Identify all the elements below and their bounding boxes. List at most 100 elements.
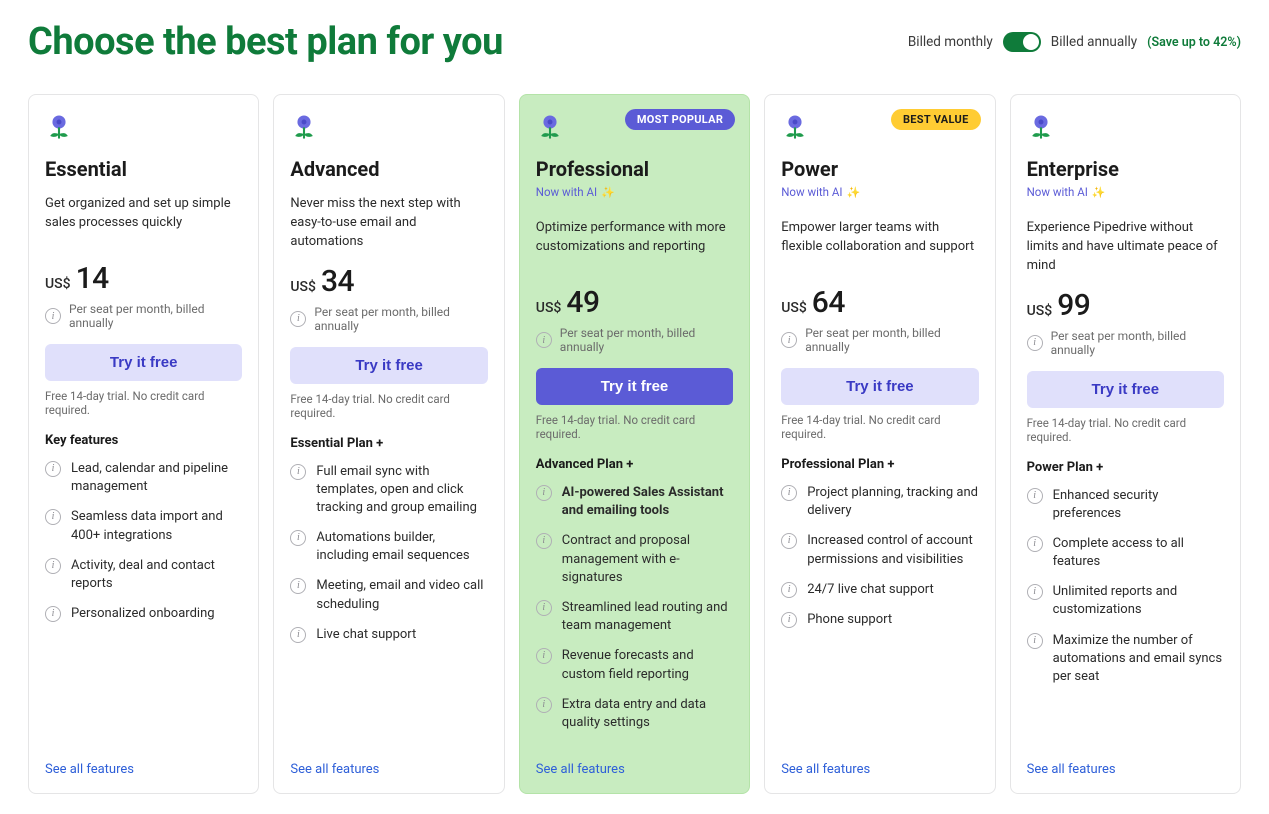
plan-description: Get organized and set up simple sales pr…: [45, 195, 242, 249]
features-list: i AI-powered Sales Assistant and emailin…: [536, 484, 733, 732]
flower-icon: [536, 113, 564, 145]
feature-item: i Unlimited reports and customizations: [1027, 583, 1224, 619]
feature-item: i Live chat support: [290, 626, 487, 644]
currency-label: US$: [536, 300, 562, 316]
info-icon[interactable]: i: [536, 485, 552, 501]
page-title: Choose the best plan for you: [28, 20, 503, 64]
info-icon[interactable]: i: [536, 533, 552, 549]
features-heading: Advanced Plan +: [536, 457, 733, 472]
billed-annually-label[interactable]: Billed annually: [1051, 34, 1137, 50]
feature-text: Revenue forecasts and custom field repor…: [562, 647, 733, 683]
info-icon[interactable]: i: [45, 606, 61, 622]
info-icon[interactable]: i: [45, 461, 61, 477]
see-all-features-link[interactable]: See all features: [45, 732, 242, 777]
info-icon[interactable]: i: [536, 648, 552, 664]
feature-text: Full email sync with templates, open and…: [316, 463, 487, 518]
feature-item: i Revenue forecasts and custom field rep…: [536, 647, 733, 683]
info-icon[interactable]: i: [290, 578, 306, 594]
info-icon[interactable]: i: [536, 600, 552, 616]
sparkle-icon: ✨: [601, 186, 615, 199]
info-icon[interactable]: i: [1027, 633, 1043, 649]
try-free-button[interactable]: Try it free: [45, 344, 242, 381]
plan-card-enterprise: Enterprise Now with AI ✨ Experience Pipe…: [1010, 94, 1241, 794]
info-icon[interactable]: i: [781, 533, 797, 549]
feature-item: i Maximize the number of automations and…: [1027, 632, 1224, 687]
price-amount: 14: [76, 261, 109, 296]
sparkle-icon: ✨: [846, 186, 860, 199]
try-free-button[interactable]: Try it free: [1027, 371, 1224, 408]
plan-name: Essential: [45, 157, 242, 181]
plan-card-essential: Essential Get organized and set up simpl…: [28, 94, 259, 794]
info-icon[interactable]: i: [1027, 584, 1043, 600]
billed-monthly-label[interactable]: Billed monthly: [908, 34, 993, 50]
feature-text: Contract and proposal management with e-…: [562, 532, 733, 587]
info-icon[interactable]: i: [290, 464, 306, 480]
see-all-features-link[interactable]: See all features: [536, 732, 733, 777]
feature-text: Meeting, email and video call scheduling: [316, 577, 487, 613]
price-note: i Per seat per month, billed annually: [1027, 329, 1224, 357]
currency-label: US$: [290, 279, 316, 295]
feature-text: Complete access to all features: [1053, 535, 1224, 571]
price-note-text: Per seat per month, billed annually: [1051, 329, 1224, 357]
info-icon[interactable]: i: [781, 612, 797, 628]
features-heading: Professional Plan +: [781, 457, 978, 472]
info-icon[interactable]: i: [536, 697, 552, 713]
features-heading: Essential Plan +: [290, 436, 487, 451]
info-icon[interactable]: i: [290, 627, 306, 643]
info-icon[interactable]: i: [781, 332, 797, 348]
feature-item: i Activity, deal and contact reports: [45, 557, 242, 593]
ai-tag-label: Now with AI: [781, 185, 842, 199]
price-note: i Per seat per month, billed annually: [290, 305, 487, 333]
info-icon[interactable]: i: [1027, 488, 1043, 504]
plans-grid: Essential Get organized and set up simpl…: [28, 94, 1241, 794]
try-free-button[interactable]: Try it free: [781, 368, 978, 405]
billing-toggle-group: Billed monthly Billed annually (Save up …: [908, 32, 1241, 52]
features-list: i Lead, calendar and pipeline management…: [45, 460, 242, 623]
see-all-features-link[interactable]: See all features: [781, 732, 978, 777]
feature-text: Project planning, tracking and delivery: [807, 484, 978, 520]
info-icon[interactable]: i: [45, 308, 61, 324]
see-all-features-link[interactable]: See all features: [290, 732, 487, 777]
plan-name: Enterprise: [1027, 157, 1224, 181]
flower-icon: [290, 113, 318, 145]
feature-item: i Automations builder, including email s…: [290, 529, 487, 565]
flower-icon: [1027, 113, 1055, 145]
price-row: US$ 14: [45, 261, 242, 296]
feature-text: Live chat support: [316, 626, 416, 644]
annual-savings-note: (Save up to 42%): [1147, 35, 1241, 50]
feature-item: i 24/7 live chat support: [781, 581, 978, 599]
feature-text: Enhanced security preferences: [1053, 487, 1224, 523]
trial-note: Free 14-day trial. No credit card requir…: [536, 413, 733, 441]
info-icon[interactable]: i: [45, 509, 61, 525]
price-note: i Per seat per month, billed annually: [45, 302, 242, 330]
feature-text: Activity, deal and contact reports: [71, 557, 242, 593]
info-icon[interactable]: i: [1027, 335, 1043, 351]
feature-text: Phone support: [807, 611, 892, 629]
price-row: US$ 49: [536, 285, 733, 320]
try-free-button[interactable]: Try it free: [536, 368, 733, 405]
info-icon[interactable]: i: [290, 311, 306, 327]
feature-item: i Seamless data import and 400+ integrat…: [45, 508, 242, 544]
try-free-button[interactable]: Try it free: [290, 347, 487, 384]
billing-toggle[interactable]: [1003, 32, 1041, 52]
feature-text: Lead, calendar and pipeline management: [71, 460, 242, 496]
price-row: US$ 64: [781, 285, 978, 320]
feature-text: Personalized onboarding: [71, 605, 215, 623]
plan-description: Optimize performance with more customiza…: [536, 219, 733, 273]
plan-name: Power: [781, 157, 978, 181]
trial-note: Free 14-day trial. No credit card requir…: [781, 413, 978, 441]
pricing-header: Choose the best plan for you Billed mont…: [28, 20, 1241, 64]
see-all-features-link[interactable]: See all features: [1027, 732, 1224, 777]
info-icon[interactable]: i: [781, 485, 797, 501]
feature-item: i Lead, calendar and pipeline management: [45, 460, 242, 496]
feature-item: i Complete access to all features: [1027, 535, 1224, 571]
info-icon[interactable]: i: [781, 582, 797, 598]
feature-item: i Streamlined lead routing and team mana…: [536, 599, 733, 635]
features-heading: Power Plan +: [1027, 460, 1224, 475]
features-list: i Project planning, tracking and deliver…: [781, 484, 978, 629]
info-icon[interactable]: i: [45, 558, 61, 574]
info-icon[interactable]: i: [536, 332, 552, 348]
feature-item: i Phone support: [781, 611, 978, 629]
info-icon[interactable]: i: [1027, 536, 1043, 552]
info-icon[interactable]: i: [290, 530, 306, 546]
